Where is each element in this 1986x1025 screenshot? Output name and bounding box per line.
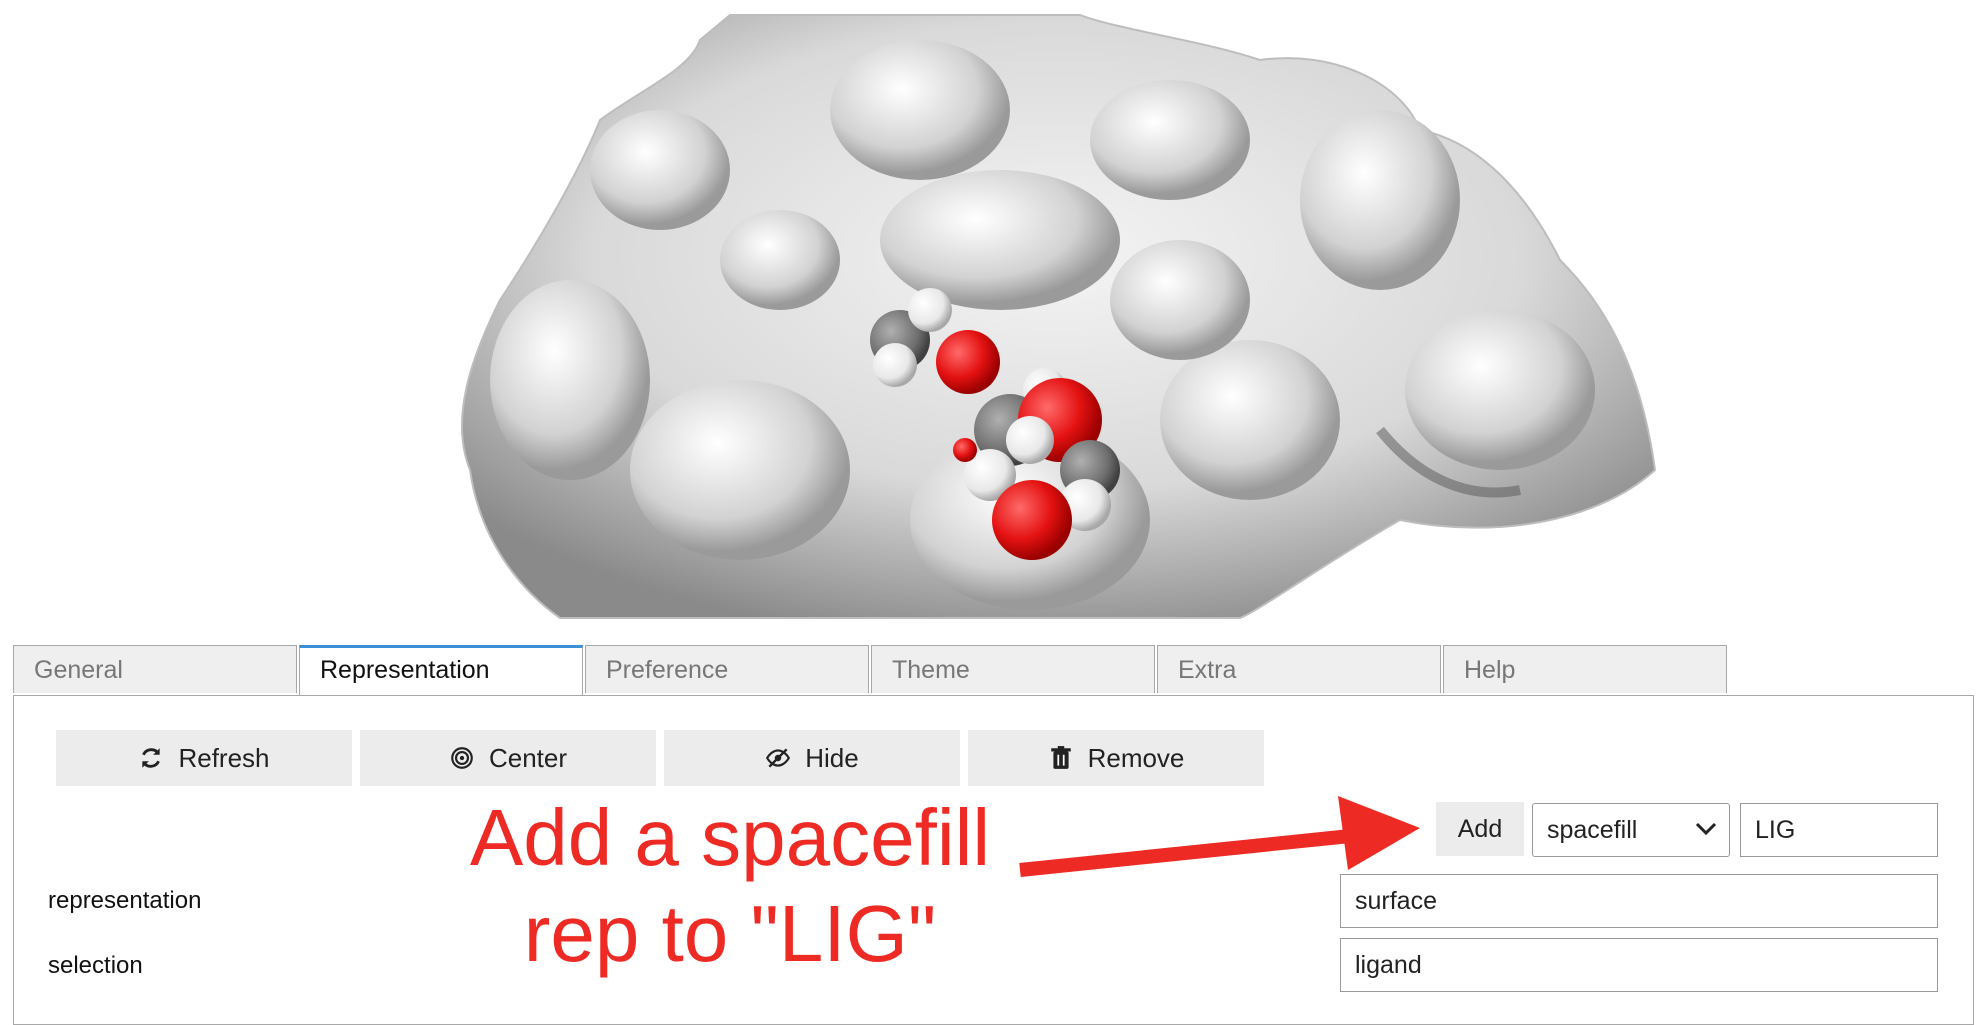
bullseye-icon [451, 747, 473, 769]
selection-label: selection [48, 952, 143, 979]
hide-label: Hide [805, 742, 859, 773]
selection-input[interactable]: LIG [1740, 803, 1938, 857]
annotation-line-1: Add a spacefill [469, 793, 991, 882]
eye-slash-icon [766, 748, 791, 768]
refresh-button[interactable]: Refresh [56, 730, 352, 786]
hide-button[interactable]: Hide [664, 730, 960, 786]
selection-field[interactable]: ligand [1340, 938, 1938, 992]
tab-preference[interactable]: Preference [585, 645, 869, 693]
annotation-text: Add a spacefill rep to "LIG" [395, 790, 1065, 982]
center-label: Center [488, 742, 568, 773]
representation-type-value: spacefill [1547, 816, 1638, 844]
refresh-icon [142, 748, 161, 768]
annotation-line-2: rep to "LIG" [523, 889, 937, 978]
tab-extra[interactable]: Extra [1157, 645, 1441, 693]
add-representation-button[interactable]: Add [1436, 802, 1524, 856]
molecule-viewer[interactable] [0, 0, 1986, 620]
center-button[interactable]: Center [360, 730, 656, 786]
tab-help[interactable]: Help [1443, 645, 1727, 693]
remove-button[interactable]: Remove [968, 730, 1264, 786]
tab-representation[interactable]: Representation [299, 645, 583, 696]
representation-field[interactable]: surface [1340, 874, 1938, 928]
trash-icon [1050, 746, 1071, 769]
refresh-label: Refresh [178, 742, 270, 773]
representation-type-select[interactable]: spacefill [1532, 803, 1730, 857]
tab-theme[interactable]: Theme [871, 645, 1155, 693]
representation-label: representation [48, 887, 202, 914]
remove-label: Remove [1087, 742, 1185, 773]
protein-surface-render [460, 14, 1657, 619]
tab-general[interactable]: General [13, 645, 297, 693]
chevron-down-icon [1695, 822, 1717, 836]
